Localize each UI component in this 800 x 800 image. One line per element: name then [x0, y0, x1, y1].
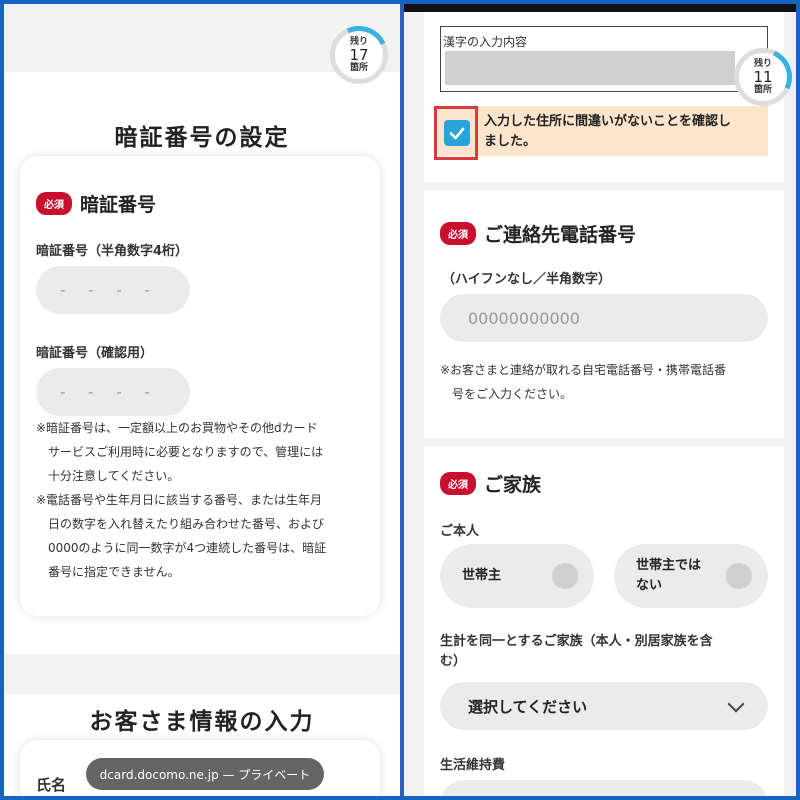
option-label: 世帯主では ない	[636, 556, 701, 596]
pin-note-line: サービスご利用時に必要となりますので、管理には	[48, 445, 324, 459]
pin-note-line: 十分注意してください。	[48, 469, 180, 483]
phone-header: 必須 ご連絡先電話番号	[440, 220, 636, 247]
radio-icon	[552, 563, 578, 589]
pin-label: 暗証番号（半角数字4桁）	[36, 244, 189, 259]
pin-card: 必須 暗証番号 暗証番号（半角数字4桁） - - - - 暗証番号（確認用） -…	[20, 156, 380, 616]
pin-note-line: 日の数字を入れ替えたり組み合わせた番号、および	[48, 517, 325, 531]
phone-panel: 必須 ご連絡先電話番号 （ハイフンなし／半角数字） 00000000000 ※お…	[424, 190, 784, 438]
screenshot-frame: 残り 17 箇所 暗証番号の設定 必須 暗証番号 暗証番号（半角数字4桁） - …	[4, 4, 796, 796]
kanji-input-box: 漢字の入力内容	[440, 26, 768, 92]
pin-confirm-label: 暗証番号（確認用）	[36, 346, 154, 361]
phone-note-line: 号をご入力ください。	[452, 387, 573, 401]
family-header: 必須 ご家族	[440, 470, 541, 497]
kanji-input-label: 漢字の入力内容	[443, 35, 528, 49]
name-label: 氏名	[36, 776, 67, 794]
pin-field-header: 必須 暗証番号	[36, 190, 156, 217]
living-cost-select[interactable]	[440, 780, 768, 796]
radio-icon	[726, 563, 752, 589]
phone-title: ご連絡先電話番号	[484, 224, 637, 246]
option-head-of-household[interactable]: 世帯主	[440, 544, 594, 608]
select-value: 選択してください	[468, 697, 588, 716]
family-panel: 必須 ご家族 ご本人 世帯主 世帯主では ない 生計を同一とするご家族（本人・別…	[424, 446, 784, 796]
remaining-counter: 残り 11 箇所	[725, 39, 796, 115]
household-select[interactable]: 選択してください	[440, 682, 768, 730]
address-confirm-checkbox[interactable]	[444, 120, 470, 146]
option-not-head-of-household[interactable]: 世帯主では ない	[614, 544, 768, 608]
option-label-line: ない	[636, 578, 663, 593]
url-bar[interactable]: dcard.docomo.ne.jp — プライベート	[86, 758, 324, 790]
chevron-down-icon	[727, 695, 745, 713]
household-label-line: 生計を同一とするご家族（本人・別居家族を含	[440, 634, 713, 649]
pin-confirm-input[interactable]: - - - -	[36, 368, 190, 416]
option-label: 世帯主	[462, 568, 502, 583]
top-strip	[404, 4, 796, 12]
phone-note-line: ※お客さまと連絡が取れる自宅電話番号・携帯電話番	[440, 363, 727, 377]
self-label: ご本人	[440, 524, 480, 539]
option-label-line: 世帯主では	[636, 558, 702, 573]
address-confirm-row[interactable]: 入力した住所に間違いがないことを確認し ました。	[438, 106, 768, 156]
phone-sublabel: （ハイフンなし／半角数字）	[442, 272, 612, 287]
pin-note-line: 0000のように同一数字が4つ連続した番号は、暗証	[48, 541, 327, 555]
remaining-counter: 残り 17 箇所	[321, 17, 397, 93]
customer-section-title: お客さま情報の入力	[89, 709, 315, 735]
confirm-text-line: ました。	[484, 134, 537, 149]
confirm-text-line: 入力した住所に間違いがないことを確認し	[484, 114, 732, 129]
pin-input[interactable]: - - - -	[36, 266, 190, 314]
phone-input[interactable]: 00000000000	[440, 294, 768, 342]
check-icon	[449, 127, 465, 140]
redacted-block	[445, 51, 735, 85]
required-badge: 必須	[36, 192, 72, 215]
right-panel: 漢字の入力内容 残り 11 箇所 入力した住所に間違いがないことを確認し ました…	[404, 4, 796, 796]
pin-section-title: 暗証番号の設定	[114, 125, 290, 151]
required-badge: 必須	[440, 222, 476, 245]
pin-note: ※暗証番号は、一定額以上のお買物やその他dカード サービスご利用時に必要となりま…	[36, 416, 372, 584]
household-label: 生計を同一とするご家族（本人・別居家族を含 む）	[440, 632, 776, 672]
pin-note-line: ※暗証番号は、一定額以上のお買物やその他dカード	[36, 421, 318, 435]
address-confirm-text: 入力した住所に間違いがないことを確認し ました。	[484, 112, 731, 152]
pin-field-title: 暗証番号	[80, 194, 157, 216]
pin-note-line: ※電話番号や生年月日に該当する番号、または生年月	[36, 493, 323, 507]
required-badge: 必須	[440, 472, 476, 495]
family-title: ご家族	[484, 474, 542, 496]
household-label-line: む）	[440, 654, 467, 669]
phone-note: ※お客さまと連絡が取れる自宅電話番号・携帯電話番 号をご入力ください。	[440, 358, 776, 406]
pin-note-line: 番号に指定できません。	[48, 565, 180, 579]
living-cost-label: 生活維持費	[440, 758, 506, 773]
left-panel: 残り 17 箇所 暗証番号の設定 必須 暗証番号 暗証番号（半角数字4桁） - …	[4, 4, 400, 796]
